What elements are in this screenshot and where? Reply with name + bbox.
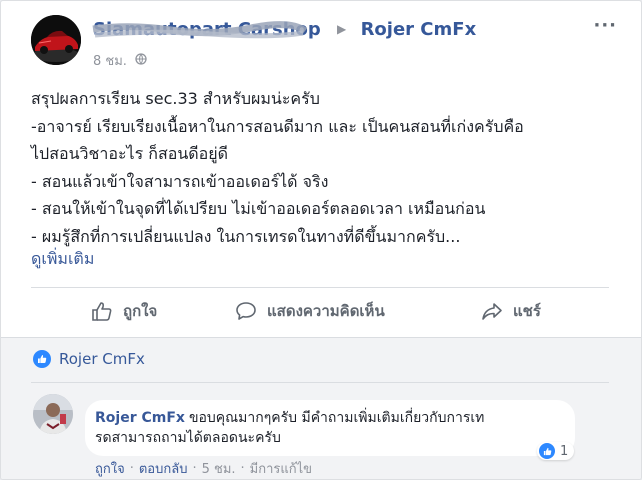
reaction-summary[interactable]: Rojer CmFx xyxy=(33,350,145,368)
action-divider-top xyxy=(31,287,609,288)
post-actions: ถูกใจ แสดงความคิดเห็น แชร์ xyxy=(31,297,609,325)
separator-dot: · xyxy=(240,461,245,476)
post-title: Siamautopart Carshop ▶ Rojer CmFx xyxy=(93,19,476,40)
like-label: ถูกใจ xyxy=(123,302,158,320)
page-avatar[interactable] xyxy=(31,15,81,65)
share-button[interactable]: แชร์ xyxy=(481,299,541,323)
like-reaction-icon xyxy=(539,443,555,459)
like-reaction-icon xyxy=(33,350,51,368)
post-line: - สอนแล้วเข้าใจสามารถเข้าออเดอร์ได้ จริง xyxy=(31,171,329,191)
post-card: Siamautopart Carshop ▶ Rojer CmFx 8 ชม. … xyxy=(0,0,642,480)
arrow-right-icon: ▶ xyxy=(337,22,347,36)
comment-reply-link[interactable]: ตอบกลับ xyxy=(139,458,188,479)
comment-icon xyxy=(236,302,256,320)
post-body: สรุปผลการเรียน sec.33 สำหรับผมน่ะครับ -อ… xyxy=(31,85,621,250)
comment-reaction-count[interactable]: 1 xyxy=(537,442,575,460)
comment-text-2: รดสามารถถามได้ตลอดนะครับ xyxy=(95,430,281,446)
like-button[interactable]: ถูกใจ xyxy=(91,299,157,323)
post-line: - ผมรู้สึกที่การเปลี่ยนแปลง ในการเทรดในท… xyxy=(31,226,461,246)
more-options-button[interactable]: ··· xyxy=(593,15,617,36)
comment-label: แสดงความคิดเห็น xyxy=(267,302,385,320)
comments-section: Rojer CmFx Rojer CmFx ขอบคุณมากๆครับ มีคำ… xyxy=(1,337,641,479)
globe-icon xyxy=(135,52,147,69)
post-line: - สอนให้เข้าในจุดที่ได้เปรียบ ไม่เข้าออเ… xyxy=(31,199,486,218)
comment-timestamp[interactable]: 5 ชม. xyxy=(202,458,236,479)
comment-meta: ถูกใจ · ตอบกลับ · 5 ชม. · มีการแก้ไข xyxy=(95,458,312,479)
comment-edited-label[interactable]: มีการแก้ไข xyxy=(250,458,312,479)
car-photo xyxy=(31,15,81,65)
separator-dot: · xyxy=(192,461,197,476)
post-timestamp[interactable]: 8 ชม. xyxy=(93,50,127,71)
post-meta: 8 ชม. xyxy=(93,50,147,71)
page-name-link[interactable]: Siamautopart Carshop xyxy=(93,19,321,40)
post-line: -อาจารย์ เรียบเรียงเนื้อหาในการสอนดีมาก … xyxy=(31,116,524,136)
likers-name[interactable]: Rojer CmFx xyxy=(59,350,145,368)
comment-text-1: ขอบคุณมากๆครับ มีคำถามเพิ่มเติมเกี่ยวกับ… xyxy=(188,410,485,426)
comment-button[interactable]: แสดงความคิดเห็น xyxy=(235,299,385,323)
comment-like-link[interactable]: ถูกใจ xyxy=(95,458,125,479)
share-label: แชร์ xyxy=(513,302,541,320)
reaction-count-value: 1 xyxy=(560,443,569,459)
thumbs-up-icon xyxy=(92,302,112,321)
see-more-link[interactable]: ดูเพิ่มเติม xyxy=(31,247,94,272)
comment-author-link[interactable]: Rojer CmFx xyxy=(95,410,185,426)
post-header: Siamautopart Carshop ▶ Rojer CmFx 8 ชม. … xyxy=(1,1,641,81)
post-line: ไปสอนวิชาอะไร ก็สอนดีอยู่ดี xyxy=(31,144,229,163)
commenter-avatar[interactable] xyxy=(33,394,73,434)
separator-dot: · xyxy=(129,461,134,476)
user-name-link[interactable]: Rojer CmFx xyxy=(361,19,477,40)
post-line: สรุปผลการเรียน sec.33 สำหรับผมน่ะครับ xyxy=(31,89,320,108)
comment-bubble: Rojer CmFx ขอบคุณมากๆครับ มีคำถามเพิ่มเติ… xyxy=(85,400,575,456)
comments-divider xyxy=(31,382,609,383)
commenter-photo xyxy=(33,394,73,434)
share-icon xyxy=(482,303,502,320)
